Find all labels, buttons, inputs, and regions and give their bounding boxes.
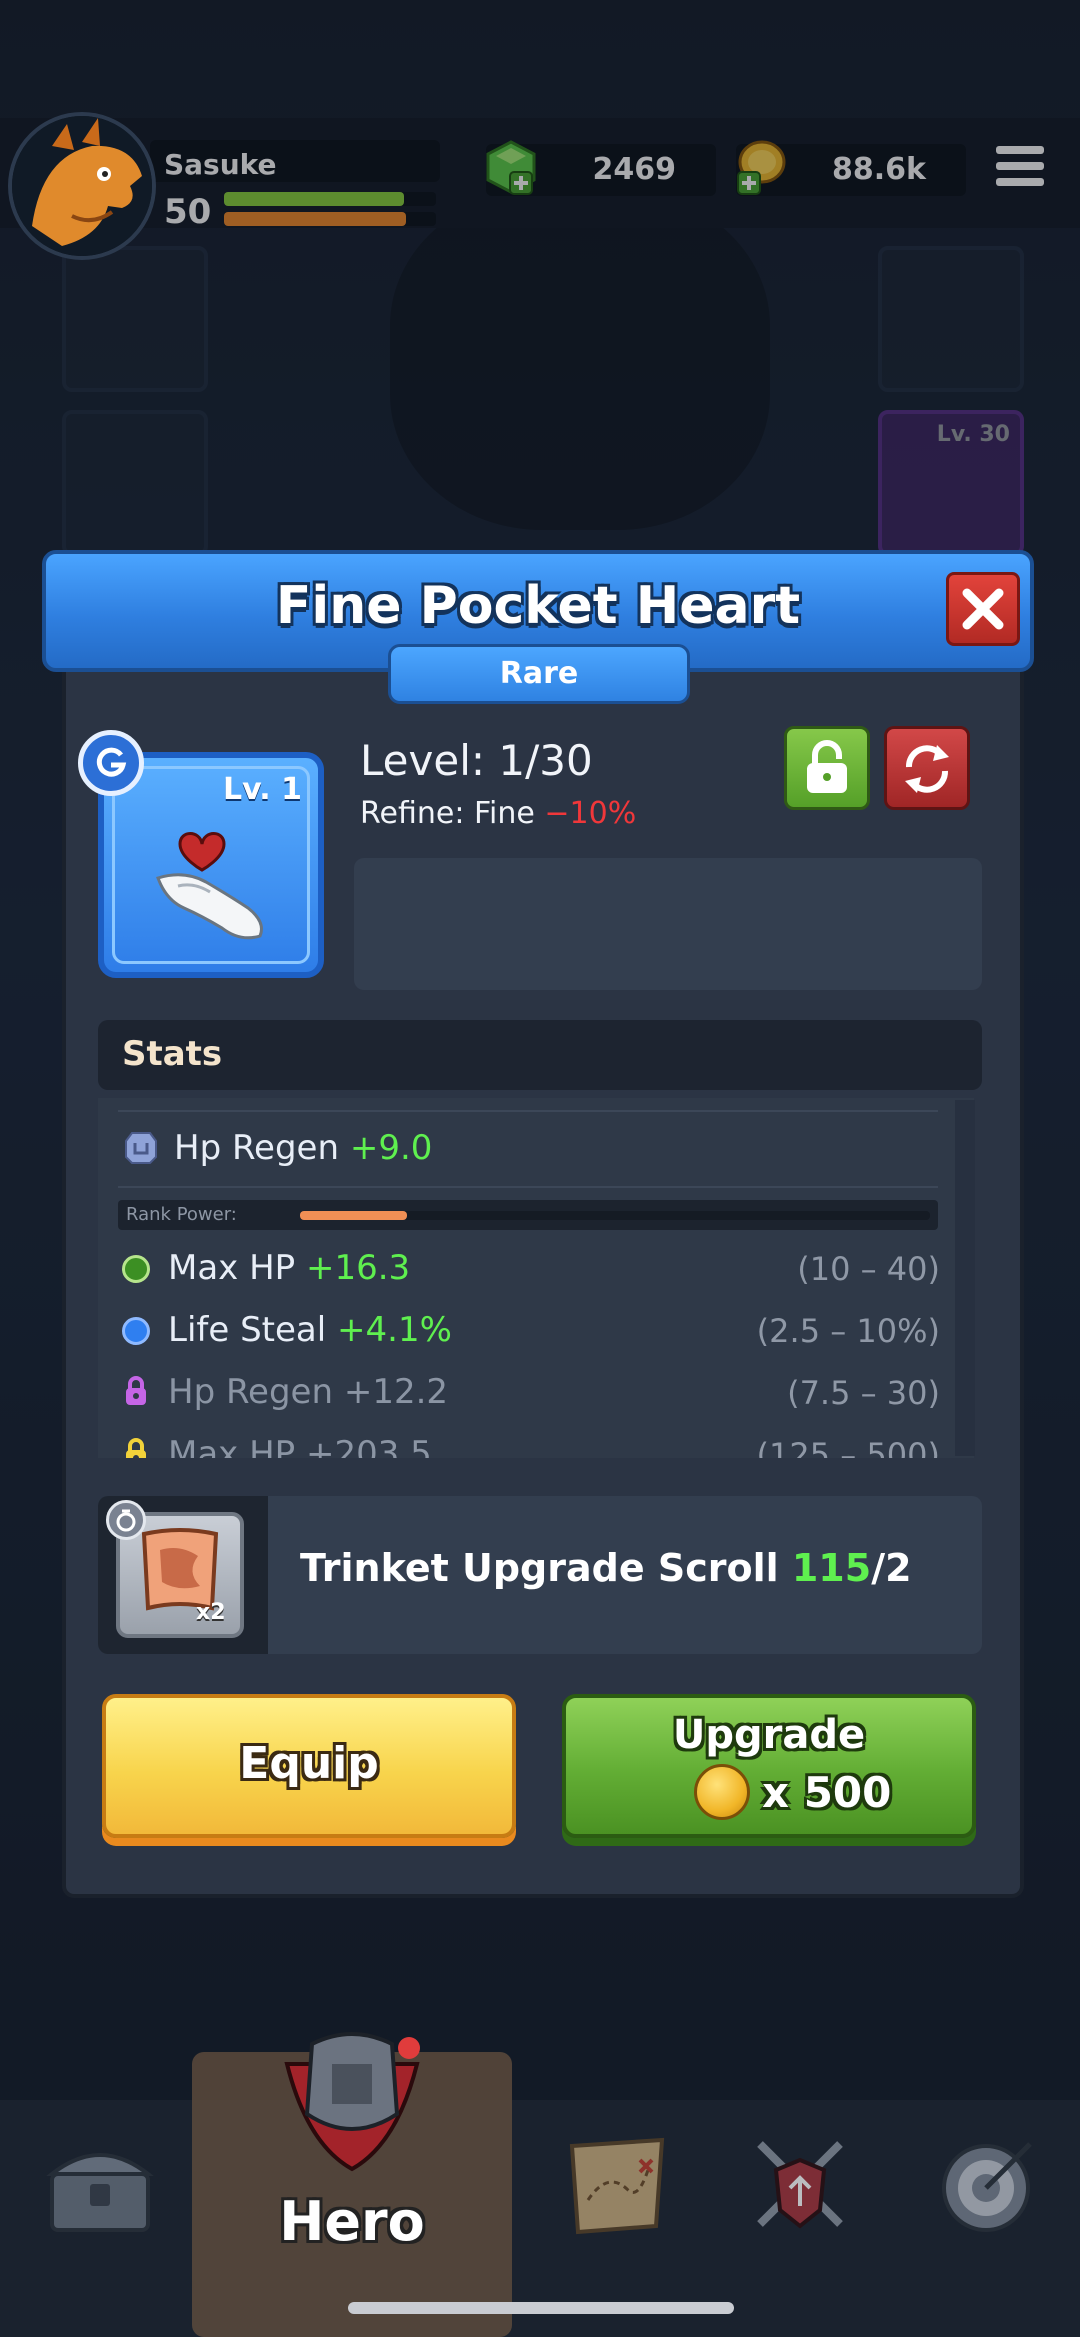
reroll-button[interactable]	[884, 726, 970, 810]
substat-name: Hp Regen +12.2	[168, 1372, 449, 1412]
material-owned: 115	[791, 1546, 872, 1590]
substat-range: (10 – 40)	[797, 1250, 940, 1288]
material-name: Trinket Upgrade Scroll	[300, 1546, 779, 1590]
stats-title: Stats	[122, 1034, 223, 1074]
equip-button[interactable]: Equip	[102, 1694, 516, 1838]
material-type-badge	[106, 1500, 146, 1540]
material-text: Trinket Upgrade Scroll 115/2	[300, 1546, 912, 1590]
substat-range: (7.5 – 30)	[787, 1374, 940, 1412]
stats-scrollbar[interactable]	[955, 1100, 975, 1456]
rank-power-label: Rank Power:	[126, 1204, 237, 1225]
substat-value: +16.3	[305, 1248, 411, 1288]
equip-label: Equip	[239, 1738, 379, 1789]
refresh-icon	[905, 745, 949, 793]
nav-shop[interactable]	[10, 2100, 190, 2337]
max-hp-dot-icon	[122, 1255, 150, 1283]
rarity-badge: Rare	[388, 644, 690, 704]
substat-name: Max HP	[168, 1248, 296, 1288]
item-description-box	[354, 858, 982, 990]
substat-row: Max HP +16.3	[122, 1248, 410, 1288]
purple-lock-icon	[126, 1376, 146, 1405]
rank-power-fill	[300, 1211, 408, 1220]
substat-row-locked: Hp Regen +12.2	[122, 1372, 448, 1412]
upgrade-label: Upgrade	[672, 1712, 866, 1758]
upgrade-cost: x 500	[762, 1768, 892, 1817]
hp-regen-icon	[125, 1132, 157, 1164]
close-button[interactable]	[946, 572, 1020, 646]
substat-row: Life Steal +4.1%	[122, 1310, 452, 1350]
armor-hero-icon	[284, 2032, 420, 2172]
substat-name: Max HP +203.5	[168, 1434, 432, 1458]
target-icon	[942, 2142, 1032, 2232]
upgrade-button[interactable]: Upgrade x 500	[562, 1694, 976, 1838]
item-title: Fine Pocket Heart	[275, 576, 801, 636]
stats-header: Stats	[98, 1020, 982, 1090]
divider	[118, 1110, 938, 1112]
treasure-chest-icon	[46, 2153, 154, 2232]
player-avatar[interactable]	[8, 112, 156, 260]
rank-power-bar	[300, 1211, 930, 1220]
dragon-avatar-icon	[12, 116, 152, 256]
refine-info: Refine: Fine −10%	[360, 796, 636, 831]
base-stat: Hp Regen +9.0	[122, 1128, 432, 1168]
crossed-swords-icon	[757, 2141, 843, 2229]
substat-name: Life Steal	[168, 1310, 327, 1350]
item-level-badge: Lv. 1	[223, 772, 302, 807]
stats-list[interactable]: Hp Regen +9.0 Rank Power: Max HP +16.3 (…	[98, 1098, 974, 1458]
substat-value: +4.1%	[337, 1310, 452, 1350]
home-indicator[interactable]	[348, 2302, 734, 2314]
map-scroll-icon	[569, 2137, 665, 2235]
close-icon	[962, 588, 1004, 630]
material-required: /2	[871, 1546, 912, 1590]
base-stat-name: Hp Regen	[174, 1128, 340, 1168]
nav-battle[interactable]	[710, 2100, 890, 2337]
refine-label: Refine: Fine	[360, 796, 535, 831]
substat-range: (2.5 – 10%)	[756, 1312, 940, 1350]
item-level: Level: 1/30	[360, 736, 593, 785]
lock-icon	[807, 740, 847, 793]
material-qty-badge: x2	[196, 1600, 226, 1625]
life-steal-dot-icon	[122, 1317, 150, 1345]
gold-coin-icon	[694, 1764, 750, 1820]
pouch-icon	[116, 1509, 136, 1532]
lock-button[interactable]	[784, 726, 870, 810]
substat-range: (125 – 500)	[756, 1436, 940, 1458]
rank-power-row: Rank Power:	[118, 1200, 938, 1230]
substat-row-locked: Max HP +203.5	[122, 1434, 432, 1458]
refine-value: −10%	[544, 796, 637, 831]
divider	[118, 1186, 938, 1188]
gold-lock-icon	[126, 1438, 146, 1458]
nav-hero-label: Hero	[279, 2190, 425, 2253]
nav-target[interactable]	[900, 2100, 1080, 2337]
class-badge	[78, 730, 144, 796]
hand-heart-icon	[156, 832, 263, 940]
g-class-icon	[96, 747, 127, 777]
base-stat-value: +9.0	[349, 1128, 433, 1168]
